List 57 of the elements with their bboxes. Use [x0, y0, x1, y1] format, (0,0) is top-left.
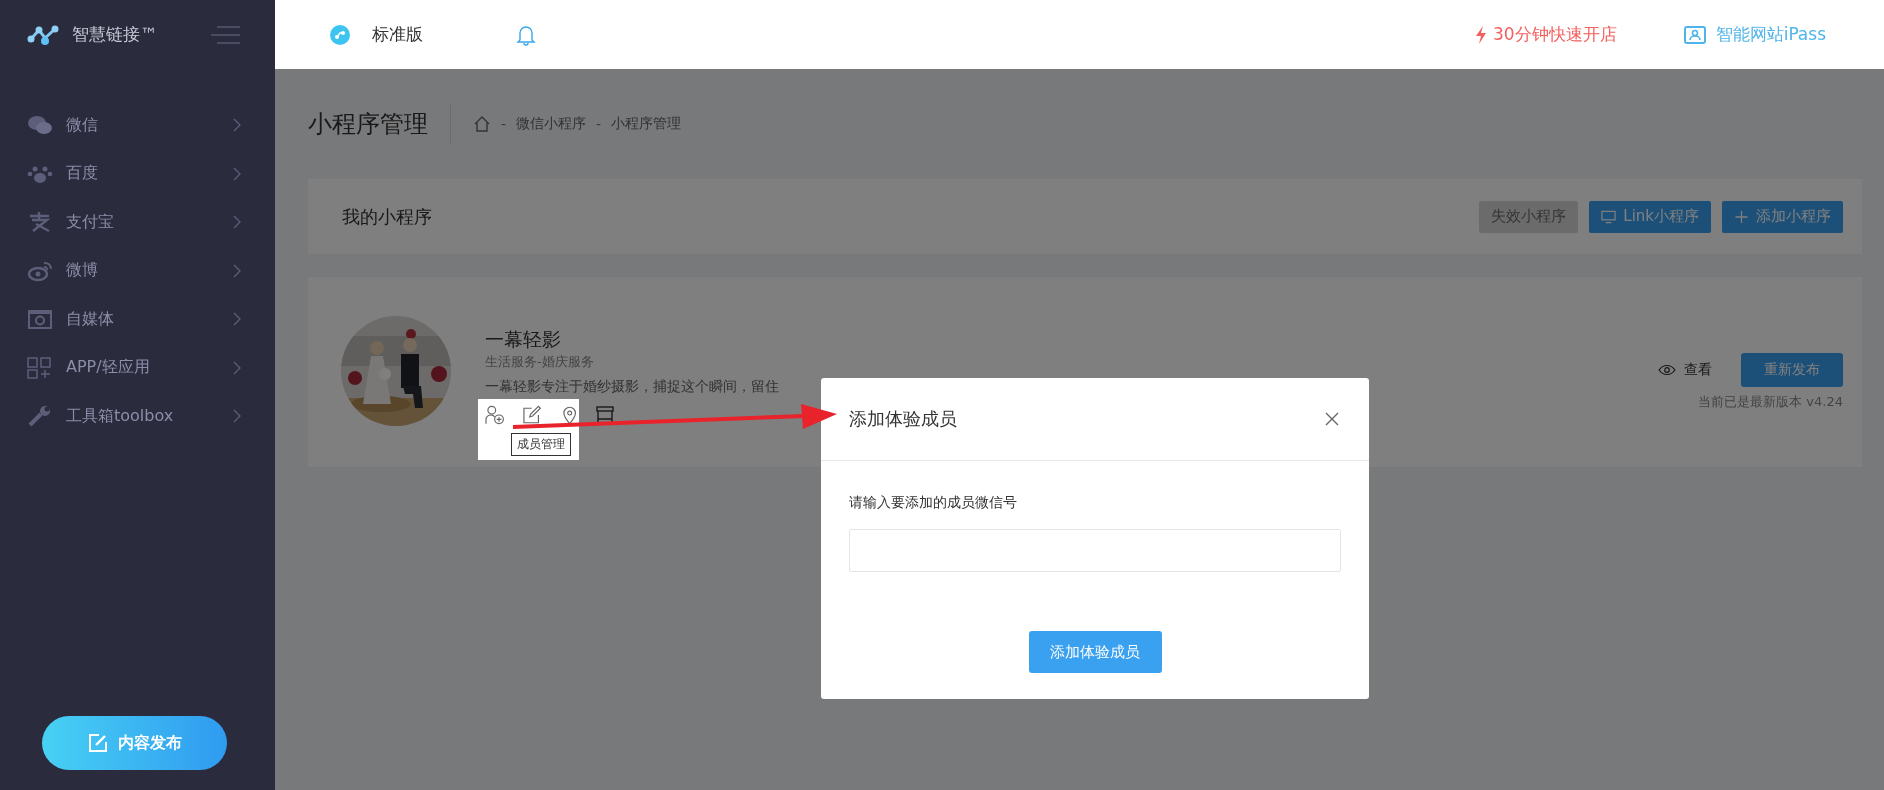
lightning-icon [1475, 25, 1487, 44]
chevron-icon [233, 118, 241, 133]
sidebar-item[interactable]: 支付宝 [0, 198, 275, 247]
home-icon[interactable] [473, 116, 491, 132]
modal-title: 添加体验成员 [849, 407, 957, 431]
close-icon[interactable] [1325, 412, 1339, 426]
chat-bubbles-icon [27, 114, 53, 137]
camera-icon [27, 308, 53, 331]
chevron-icon [233, 312, 241, 327]
toolbar-button[interactable]: Link小程序 [1589, 200, 1711, 233]
page-title: 小程序管理 [308, 109, 428, 140]
header-link[interactable]: 智能网站iPass [1683, 23, 1826, 46]
edit-icon [87, 733, 108, 753]
publish-button[interactable]: 内容发布 [42, 716, 227, 770]
app-category: 生活服务-婚庆服务 [485, 353, 595, 371]
app-description: 一幕轻影专注于婚纱摄影，捕捉这个瞬间，留住 [485, 377, 779, 396]
field-label: 请输入要添加的成员微信号 [849, 493, 1018, 512]
chevron-icon [233, 215, 241, 230]
sidebar-item[interactable]: 自媒体 [0, 295, 275, 344]
edit-icon[interactable] [522, 405, 542, 425]
tooltip: 成员管理 [511, 433, 571, 456]
monitor-icon [1601, 209, 1617, 224]
breadcrumb-separator: - [501, 116, 507, 132]
breadcrumb-item: 小程序管理 [611, 115, 682, 133]
view-link[interactable]: 查看 [1658, 361, 1712, 379]
input-field[interactable] [849, 529, 1341, 572]
wrench-icon [27, 405, 53, 428]
sidebar-item[interactable]: 微博 [0, 246, 275, 295]
header-link[interactable]: 30分钟快速开店 [1475, 23, 1617, 46]
add-user-icon[interactable] [485, 405, 505, 425]
edition-label: 标准版 [372, 23, 423, 46]
app-name: 一幕轻影 [485, 327, 562, 352]
bell-icon[interactable] [516, 23, 536, 46]
chevron-icon [233, 263, 241, 278]
republish-button[interactable]: 重新发布 [1741, 353, 1843, 387]
plus-icon [1734, 209, 1749, 224]
brand-name: 智慧链接™ [72, 23, 157, 46]
archive-icon[interactable] [595, 405, 615, 425]
swirl-icon [27, 259, 53, 282]
portrait-frame-icon [1683, 25, 1706, 44]
sidebar-item[interactable]: APP/轻应用 [0, 343, 275, 392]
character-icon [27, 211, 53, 234]
chevron-icon [233, 166, 241, 181]
submit-button[interactable]: 添加体验成员 [1028, 631, 1162, 673]
breadcrumb-item[interactable]: 微信小程序 [516, 115, 587, 133]
toolbar-button[interactable]: 添加小程序 [1722, 200, 1843, 233]
logo-icon [27, 23, 61, 46]
sidebar-item[interactable]: 百度 [0, 149, 275, 198]
breadcrumb-separator: - [596, 116, 602, 132]
chevron-icon [233, 409, 241, 424]
eye-icon [1658, 364, 1676, 376]
sidebar-item[interactable]: 工具箱toolbox [0, 392, 275, 441]
chevron-icon [233, 360, 241, 375]
card-title: 我的小程序 [342, 204, 432, 229]
sidebar-item[interactable]: 微信 [0, 101, 275, 150]
edition-icon [330, 24, 350, 45]
grid-plus-icon [27, 356, 53, 379]
